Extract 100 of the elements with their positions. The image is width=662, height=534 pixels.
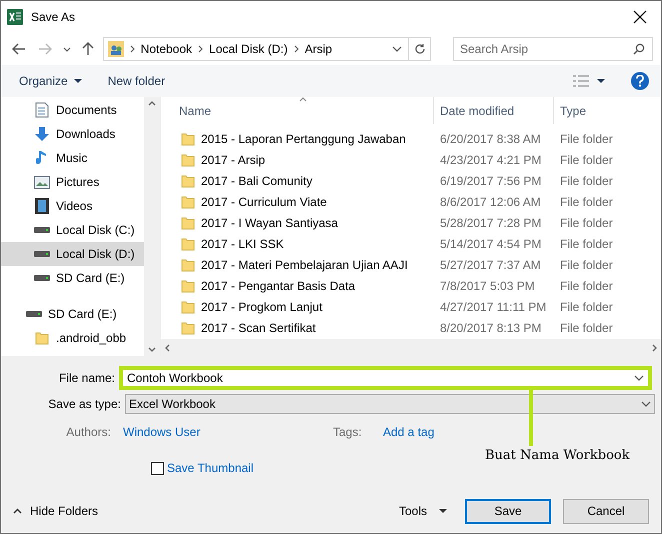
music-note-icon (36, 150, 48, 166)
folder-icon (181, 258, 195, 272)
save-type-label: Save as type: (47, 396, 122, 413)
type-cell-text: File folder (559, 256, 613, 274)
sidebar-item[interactable]: Local Disk (D:) (1, 242, 144, 266)
cancel-button[interactable]: Cancel (563, 498, 649, 524)
breadcrumb-item[interactable]: Notebook (140, 40, 192, 58)
chevron-down-icon (392, 46, 402, 52)
forward-arrow-icon (38, 43, 52, 55)
chevron-right-icon (130, 45, 135, 53)
folder-icon (181, 216, 195, 230)
sidebar-item[interactable]: Music (1, 146, 144, 170)
chevron-right-icon (294, 45, 299, 53)
sidebar-item[interactable]: SD Card (E:) (1, 266, 144, 290)
date-cell-text: 8/20/2017 8:13 PM (439, 320, 542, 336)
file-row[interactable]: 2017 - Progkom Lanjut 4/27/2017 11:11 PM File folder (161, 296, 661, 317)
date-cell-text: 4/27/2017 11:11 PM (439, 298, 548, 316)
folder-icon (181, 236, 195, 250)
refresh-icon (414, 43, 426, 55)
spreadsheet-app-icon (7, 9, 23, 25)
file-row[interactable]: 2017 - Materi Pembelajaran Ujian AAJI 5/27/2017 7:37 AM File folder (161, 254, 661, 275)
window-title: Save As (31, 9, 76, 26)
type-cell-text: File folder (559, 298, 613, 316)
type-cell-text: File folder (559, 236, 613, 252)
type-cell-text: File folder (559, 320, 613, 336)
file-row[interactable]: 2017 - LKI SSK 5/14/2017 4:54 PM File folder (161, 233, 661, 254)
authors-label: Authors: (65, 424, 112, 441)
file-row[interactable]: 2017 - I Wayan Santiyasa 5/28/2017 7:28 PM File folder (161, 212, 661, 233)
breadcrumb-item[interactable]: Arsip (304, 40, 332, 58)
thumbnail-label[interactable]: Save Thumbnail (167, 459, 254, 477)
column-header[interactable]: Type (554, 97, 586, 124)
folder-icon (35, 331, 49, 345)
date-cell-text: 8/6/2017 12:06 AM (439, 194, 542, 210)
save-type-dropdown[interactable]: Excel Workbook (125, 394, 655, 414)
file-name-field[interactable]: Contoh Workbook (119, 366, 652, 390)
chevron-down-icon (62, 46, 71, 52)
breadcrumb-item[interactable]: Local Disk (D:) (209, 40, 288, 58)
chevron-up-icon (13, 508, 22, 514)
caret-icon (74, 79, 82, 83)
tags-link[interactable]: Add a tag (383, 423, 434, 441)
file-name: 2017 - Pengantar Basis Data (201, 278, 356, 294)
file-row[interactable]: 2015 - Laporan Pertanggung Jawaban 6/20/2017 8:38 AM File folder (161, 128, 661, 149)
type-cell-text: File folder (559, 152, 613, 168)
organize-button[interactable]: Organize (13, 72, 88, 90)
file-name: 2017 - Progkom Lanjut (201, 298, 322, 316)
caret-icon (439, 509, 447, 513)
search-field[interactable]: Search Arsip (453, 37, 653, 61)
scroll-up-icon (148, 101, 156, 106)
file-row[interactable]: 2017 - Scan Sertifikat 8/20/2017 8:13 PM File folder (161, 317, 661, 338)
file-name: 2017 - Bali Comunity (201, 172, 312, 190)
sidebar-item[interactable]: Documents (1, 98, 144, 122)
address-bar[interactable]: Notebook Local Disk (D:) Arsip (102, 37, 432, 61)
file-name: 2017 - Curriculum Viate (201, 194, 327, 210)
folder-icon (181, 320, 195, 334)
folder-icon (181, 300, 195, 314)
thumbnail-checkbox[interactable] (151, 462, 164, 474)
file-name: 2015 - Laporan Pertanggung Jawaban (201, 130, 406, 148)
drive-icon (34, 250, 50, 258)
file-row[interactable]: 2017 - Pengantar Basis Data 7/8/2017 5:03 PM File folder (161, 275, 661, 296)
date-cell-text: 5/27/2017 7:37 AM (439, 256, 542, 274)
folder-icon (181, 194, 195, 208)
folder-icon (181, 152, 195, 166)
type-cell-text: File folder (559, 130, 613, 148)
sidebar-scrollbar[interactable] (144, 97, 160, 356)
file-name-label: File name: (58, 370, 116, 387)
authors-link[interactable]: Windows User (123, 423, 333, 441)
file-row[interactable]: 2017 - Bali Comunity 6/19/2017 7:56 PM File folder (161, 170, 661, 191)
file-row[interactable]: 2017 - Arsip 4/23/2017 4:21 PM File folder (161, 149, 661, 170)
hide-folders-button[interactable]: Hide Folders (13, 502, 98, 520)
caret-icon (597, 79, 605, 83)
picture-icon (34, 176, 50, 188)
down-arrow-icon (34, 126, 50, 142)
column-header[interactable]: Date modified (434, 97, 554, 124)
tags-label: Tags: (333, 424, 363, 441)
save-button[interactable]: Save (465, 498, 551, 524)
file-row[interactable]: 2017 - Curriculum Viate 8/6/2017 12:06 AM File folder (161, 191, 661, 212)
tools-button[interactable]: Tools (398, 502, 447, 520)
type-cell-text: File folder (559, 194, 613, 210)
date-cell-text: 5/14/2017 4:54 PM (439, 236, 542, 252)
sidebar-item[interactable]: Downloads (1, 122, 144, 146)
scroll-down-icon (148, 347, 156, 352)
help-button[interactable] (631, 72, 649, 90)
sidebar-item[interactable]: SD Card (E:) (1, 302, 144, 326)
sidebar-item[interactable]: Pictures (1, 170, 144, 194)
annotation-label: Buat Nama Workbook (485, 447, 630, 465)
file-name: 2017 - I Wayan Santiyasa (201, 214, 338, 232)
sidebar-item[interactable]: .android_obb (1, 326, 144, 350)
sidebar-item[interactable]: Videos (1, 194, 144, 218)
search-icon (633, 43, 645, 55)
close-icon (633, 10, 647, 24)
back-arrow-icon (12, 43, 26, 55)
new-folder-button[interactable]: New folder (102, 72, 172, 90)
sidebar-item[interactable]: Local Disk (C:) (1, 218, 144, 242)
view-options-button[interactable] (573, 75, 605, 87)
date-cell-text: 6/20/2017 8:38 AM (439, 130, 542, 148)
up-arrow-icon (82, 42, 94, 56)
date-cell-text: 6/19/2017 7:56 PM (439, 172, 542, 190)
file-name: 2017 - Scan Sertifikat (201, 320, 316, 336)
chevron-down-icon (641, 401, 651, 407)
column-header[interactable]: Name (161, 97, 434, 124)
